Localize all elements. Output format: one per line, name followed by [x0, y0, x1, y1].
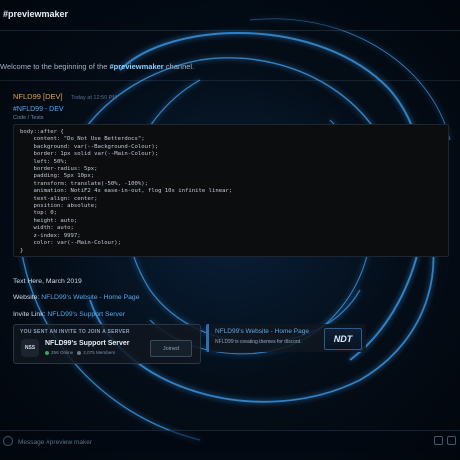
author-subtitle: Code / Tests: [13, 115, 44, 121]
code-line: background: var(--Background-Colour);: [20, 143, 159, 150]
author-name[interactable]: NFLD99 [DEV]: [13, 92, 63, 101]
invite-label: Invite Link:: [13, 311, 48, 318]
code-line: }: [20, 247, 24, 254]
code-line: transform: translate(-50%, -100%);: [20, 180, 148, 187]
members-dot-icon: [77, 350, 82, 355]
code-line: animation: NotiF2 4s ease-in-out, flog 1…: [20, 188, 233, 195]
message-header: NFLD99 [DEV] Today at 12:50 PM #NFLD99 -…: [13, 86, 117, 121]
invite-line: Invite Link: NFLD99's Support Server: [13, 311, 125, 318]
code-line: content: "Do Not Use Betterdocs";: [20, 136, 145, 143]
code-line: width: auto;: [20, 225, 74, 232]
code-line: border-radius: 5px;: [20, 166, 98, 173]
joined-button[interactable]: Joined: [150, 340, 192, 357]
invite-heading: YOU SENT AN INVITE TO JOIN A SERVER: [20, 329, 130, 335]
channel-header: #previewmaker: [0, 0, 460, 31]
code-line: border: 1px solid var(--Main-Colour);: [20, 151, 159, 158]
member-count: 2,075 Members: [83, 350, 116, 355]
message-text: Text Here, March 2019: [13, 278, 82, 285]
attach-plus-icon[interactable]: [3, 436, 13, 446]
message-composer: [0, 430, 460, 453]
website-link[interactable]: NFLD99's Website - Home Page: [41, 294, 139, 301]
author-tag: #NFLD99 - DEV: [13, 106, 64, 113]
code-line: top: 0;: [20, 210, 58, 217]
gift-icon[interactable]: [434, 436, 443, 445]
invite-stats: 256 Online 2,075 Members: [45, 350, 115, 355]
channel-welcome-text: Welcome to the beginning of the #preview…: [0, 62, 194, 71]
welcome-channel-name[interactable]: #previewmaker: [110, 62, 164, 71]
code-line: position: absolute;: [20, 203, 98, 210]
emoji-icon[interactable]: [447, 436, 456, 445]
code-line: height: auto;: [20, 217, 78, 224]
message-input[interactable]: [16, 434, 420, 451]
code-line: color: var(--Main-Colour);: [20, 240, 122, 247]
online-dot-icon: [45, 350, 49, 355]
code-line: text-align: center;: [20, 195, 98, 202]
online-count: 256 Online: [51, 350, 74, 355]
code-line: z-index: 9997;: [20, 232, 81, 239]
invite-link[interactable]: NFLD99's Support Server: [47, 311, 125, 318]
code-block: body::after { content: "Do Not Use Bette…: [13, 124, 449, 257]
invite-server-name[interactable]: NFLD99's Support Server: [45, 340, 130, 347]
code-line: padding: 5px 10px;: [20, 173, 95, 180]
code-line: left: 50%;: [20, 158, 68, 165]
server-invite-card: YOU SENT AN INVITE TO JOIN A SERVER NSS …: [13, 324, 201, 364]
message-timestamp: Today at 12:50 PM: [71, 95, 117, 101]
code-line: body::after {: [20, 129, 64, 135]
link-embed: NFLD99's Website - Home Page NFLD99 is c…: [206, 324, 366, 352]
website-label: Website:: [13, 294, 42, 301]
divider: [0, 80, 460, 81]
welcome-suffix: channel.: [163, 62, 195, 71]
website-line: Website: NFLD99's Website - Home Page: [13, 294, 139, 301]
server-icon[interactable]: NSS: [21, 339, 39, 357]
welcome-prefix: Welcome to the beginning of the: [0, 62, 110, 71]
embed-thumbnail[interactable]: NDT: [324, 328, 362, 350]
channel-title: #previewmaker: [3, 9, 69, 19]
